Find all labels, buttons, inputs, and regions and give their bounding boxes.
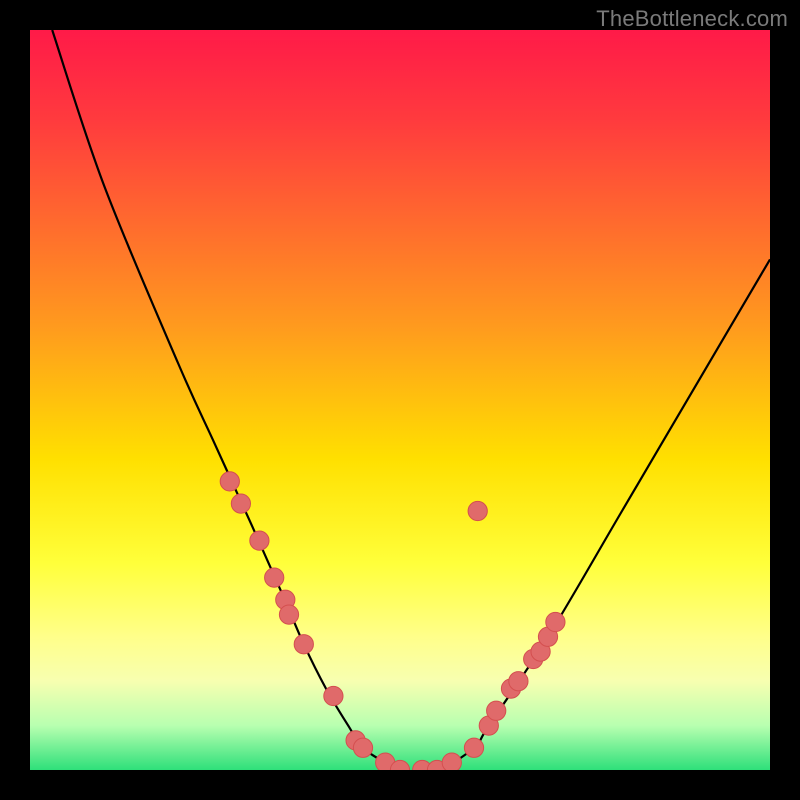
marker-dot [220,472,239,491]
marker-dot [487,701,506,720]
bottleneck-curve [52,30,770,770]
marker-dot [265,568,284,587]
chart-stage: TheBottleneck.com [0,0,800,800]
marker-dot [353,738,372,757]
chart-svg [30,30,770,770]
marker-dot [464,738,483,757]
marker-dot [442,753,461,770]
markers-group [220,472,565,770]
marker-dot [324,686,343,705]
marker-dot [509,672,528,691]
marker-dot [250,531,269,550]
marker-dot [231,494,250,513]
marker-dot [279,605,298,624]
marker-dot [294,635,313,654]
watermark-text: TheBottleneck.com [596,6,788,32]
marker-dot [468,501,487,520]
marker-dot [546,612,565,631]
plot-area [30,30,770,770]
